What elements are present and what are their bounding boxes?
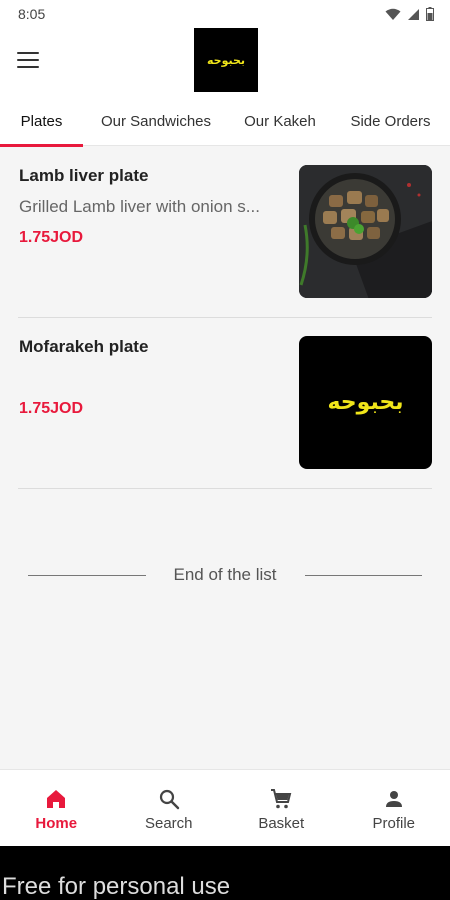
item-price: 1.75JOD [19,229,84,246]
end-of-list: End of the list [28,560,423,590]
item-price: 1.75JOD [19,400,84,417]
lamb-liver-photo [299,165,432,298]
bottom-navigation: Home Search Basket Profile [0,769,450,846]
item-image [299,165,432,298]
tab-side-orders[interactable]: Side Orders [331,96,450,146]
nav-label: Home [35,815,78,832]
item-title: Lamb liver plate [19,166,149,185]
logo-text: بحبوحه [206,53,246,67]
tab-our-sandwiches[interactable]: Our Sandwiches [83,96,229,146]
watermark-text: Free for personal use [2,873,231,900]
watermark-banner: Free for personal use [0,846,450,900]
battery-icon [426,7,434,21]
person-icon [381,786,407,812]
divider [304,574,423,576]
app-logo: بحبوحه [194,28,258,92]
search-icon [156,786,182,812]
category-tabs: Plates Our Sandwiches Our Kakeh Side Ord… [0,96,450,147]
nav-home[interactable]: Home [0,770,113,846]
cart-icon [268,786,294,812]
tab-our-kakeh[interactable]: Our Kakeh [229,96,331,146]
menu-icon[interactable] [14,48,42,72]
nav-search[interactable]: Search [113,770,226,846]
end-of-list-label: End of the list [173,565,277,584]
nav-profile[interactable]: Profile [338,770,450,846]
item-description: Grilled Lamb liver with onion s... [19,197,260,216]
item-image-logo-text: بحبوحه [327,390,404,415]
status-time: 8:05 [18,6,46,22]
tab-plates[interactable]: Plates [0,96,83,147]
menu-list: Lamb liver plate Grilled Lamb liver with… [0,147,450,489]
home-icon [43,786,69,812]
wifi-icon [385,8,401,20]
divider [28,574,146,576]
list-item[interactable]: Mofarakeh plate 1.75JOD بحبوحه [18,318,432,489]
list-item[interactable]: Lamb liver plate Grilled Lamb liver with… [18,147,432,318]
app-bar: بحبوحه [0,28,450,96]
nav-label: Basket [258,815,305,832]
status-icons [385,7,434,21]
nav-basket[interactable]: Basket [225,770,338,846]
item-title: Mofarakeh plate [19,337,149,356]
signal-icon [408,8,419,20]
item-image: بحبوحه [299,336,432,469]
nav-label: Profile [372,815,416,832]
status-bar: 8:05 [0,0,450,28]
nav-label: Search [144,815,193,832]
